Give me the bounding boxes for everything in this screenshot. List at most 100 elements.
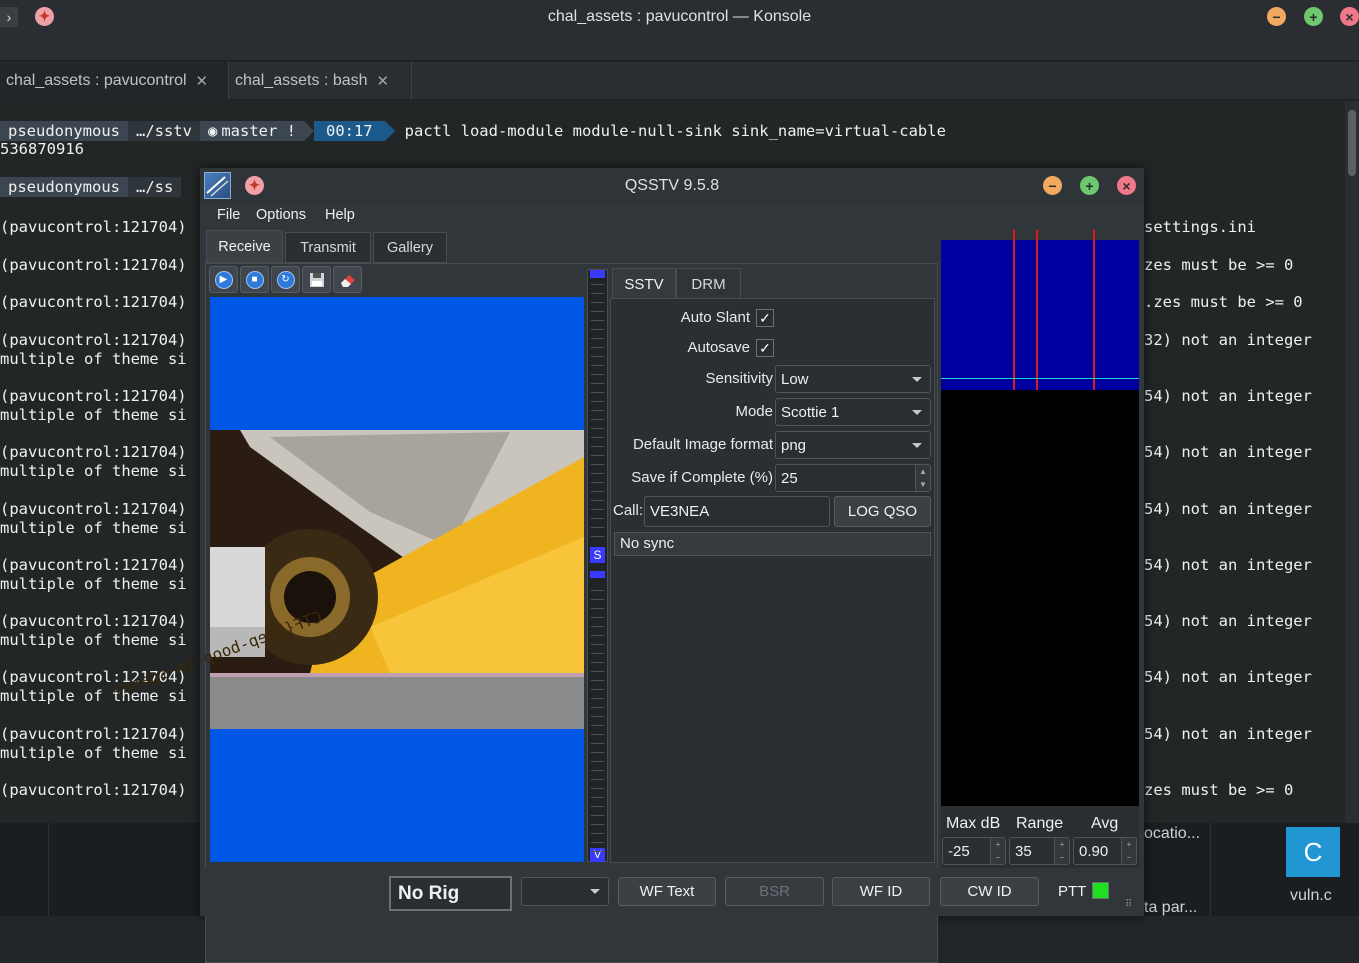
- spin-arrows-icon[interactable]: ▲ ▼: [915, 465, 930, 491]
- save-button[interactable]: [302, 266, 331, 293]
- meter-tick: [591, 806, 604, 807]
- meter-tick: [591, 644, 604, 645]
- terminal-line: 54) not an integer: [1144, 725, 1312, 743]
- meter-tick: [591, 383, 604, 384]
- cw-id-button[interactable]: CW ID: [940, 877, 1039, 906]
- wf-id-button[interactable]: WF ID: [832, 877, 930, 906]
- save-icon: [309, 272, 324, 287]
- konsole-menu-button[interactable]: ›: [0, 7, 18, 27]
- tab-transmit[interactable]: Transmit: [285, 232, 371, 263]
- call-input[interactable]: VE3NEA: [644, 496, 830, 527]
- tab-gallery[interactable]: Gallery: [373, 232, 447, 263]
- terminal-line: (pavucontrol:121704): [0, 443, 187, 461]
- meter-tick: [591, 608, 604, 609]
- rig-select[interactable]: [521, 877, 609, 906]
- max-db-spinbox[interactable]: -25 + −: [942, 837, 1006, 865]
- close-tab-icon[interactable]: ✕: [377, 72, 390, 90]
- meter-tick: [591, 329, 604, 330]
- konsole-pin-icon[interactable]: ✦: [35, 7, 54, 26]
- meter-tick: [591, 455, 604, 456]
- range-spinbox[interactable]: 35 + −: [1009, 837, 1070, 865]
- prompt-line-2: pseudonymous …/ss: [0, 177, 182, 197]
- tab-drm[interactable]: DRM: [676, 268, 741, 300]
- tab-pavucontrol[interactable]: chal_assets : pavucontrol ✕: [0, 62, 229, 100]
- terminal-line: 54) not an integer: [1144, 612, 1312, 630]
- wf-text-button[interactable]: WF Text: [618, 877, 716, 906]
- terminal-scrollbar[interactable]: [1345, 101, 1359, 823]
- terminal-line: zes must be >= 0: [1144, 256, 1294, 274]
- meter-tick: [591, 707, 604, 708]
- meter-tick: [591, 743, 604, 744]
- meter-tick: [591, 626, 604, 627]
- meter-tick: [591, 635, 604, 636]
- prompt-user: pseudonymous: [0, 177, 128, 197]
- terminal-line: .zes must be >= 0: [1144, 293, 1303, 311]
- c-file-icon[interactable]: C: [1286, 827, 1340, 877]
- menu-help[interactable]: Help: [325, 207, 355, 223]
- git-icon: ◉: [207, 122, 218, 140]
- meter-tick: [591, 392, 604, 393]
- konsole-title: chal_assets : pavucontrol — Konsole: [547, 8, 812, 25]
- meter-s-label[interactable]: S: [590, 547, 605, 563]
- tab-sstv[interactable]: SSTV: [612, 268, 676, 300]
- konsole-maximize-button[interactable]: +: [1304, 7, 1323, 26]
- stop-button[interactable]: ■: [240, 266, 269, 293]
- meter-tick: [591, 680, 604, 681]
- autosave-checkbox[interactable]: ✓: [756, 339, 774, 357]
- sensitivity-label: Sensitivity: [705, 370, 773, 387]
- close-tab-icon[interactable]: ✕: [196, 72, 209, 90]
- terminal-scroll-thumb[interactable]: [1348, 110, 1356, 176]
- meter-tick: [591, 464, 604, 465]
- qsstv-maximize-button[interactable]: +: [1080, 176, 1099, 195]
- spin-arrows-icon[interactable]: + −: [990, 838, 1005, 864]
- mode-select[interactable]: Scottie 1: [775, 398, 931, 426]
- meter-tick: [591, 374, 604, 375]
- meter-level-handle[interactable]: [590, 571, 605, 578]
- avg-label: Avg: [1091, 815, 1119, 832]
- image-format-label: Default Image format: [632, 436, 773, 453]
- param-text: ta par...: [1144, 899, 1198, 916]
- meter-tick: [591, 779, 604, 780]
- menu-file[interactable]: File: [217, 207, 240, 223]
- meter-tick: [591, 734, 604, 735]
- command-output: 536870916: [0, 140, 84, 158]
- terminal-line: (pavucontrol:121704): [0, 725, 187, 743]
- erase-button[interactable]: [333, 266, 362, 293]
- meter-tick: [591, 824, 604, 825]
- sensitivity-select[interactable]: Low: [775, 365, 931, 393]
- meter-tick: [591, 473, 604, 474]
- auto-slant-checkbox[interactable]: ✓: [756, 309, 774, 327]
- qsstv-close-button[interactable]: ×: [1117, 176, 1136, 195]
- qsstv-minimize-button[interactable]: −: [1043, 176, 1062, 195]
- konsole-close-button[interactable]: ×: [1340, 7, 1359, 26]
- rig-status: No Rig: [389, 876, 512, 911]
- bsr-button[interactable]: BSR: [725, 877, 824, 906]
- avg-value: 0.90: [1079, 842, 1109, 860]
- meter-top-handle[interactable]: [590, 270, 605, 278]
- resize-grip-icon[interactable]: ⠿: [1125, 899, 1132, 910]
- spin-arrows-icon[interactable]: + −: [1054, 838, 1069, 864]
- prompt-line-1: pseudonymous …/sstv ◉ master ! 00:17 pact…: [0, 121, 946, 141]
- file-name[interactable]: vuln.c: [1290, 887, 1332, 905]
- marker-line: [1036, 230, 1038, 390]
- image-format-select[interactable]: png: [775, 431, 931, 459]
- meter-tick: [591, 662, 604, 663]
- autosave-label: Autosave: [687, 339, 750, 356]
- tab-receive[interactable]: Receive: [206, 230, 283, 263]
- spin-arrows-icon[interactable]: + −: [1121, 838, 1136, 864]
- start-button[interactable]: ▶: [209, 266, 238, 293]
- signal-meter[interactable]: S V: [587, 269, 608, 862]
- menu-options[interactable]: Options: [256, 207, 306, 223]
- avg-spinbox[interactable]: 0.90 + −: [1073, 837, 1137, 865]
- call-label: Call:: [613, 502, 644, 519]
- konsole-minimize-button[interactable]: −: [1267, 7, 1286, 26]
- save-complete-spinbox[interactable]: 25 ▲ ▼: [775, 464, 931, 492]
- tab-bash[interactable]: chal_assets : bash ✕: [229, 62, 412, 100]
- qsstv-pin-icon[interactable]: ✦: [245, 176, 264, 195]
- resync-button[interactable]: ↻: [271, 266, 300, 293]
- meter-tick: [591, 617, 604, 618]
- meter-tick: [591, 536, 604, 537]
- waterfall-display[interactable]: [941, 230, 1139, 814]
- marker-line: [1013, 230, 1015, 390]
- log-qso-button[interactable]: LOG QSO: [834, 496, 931, 527]
